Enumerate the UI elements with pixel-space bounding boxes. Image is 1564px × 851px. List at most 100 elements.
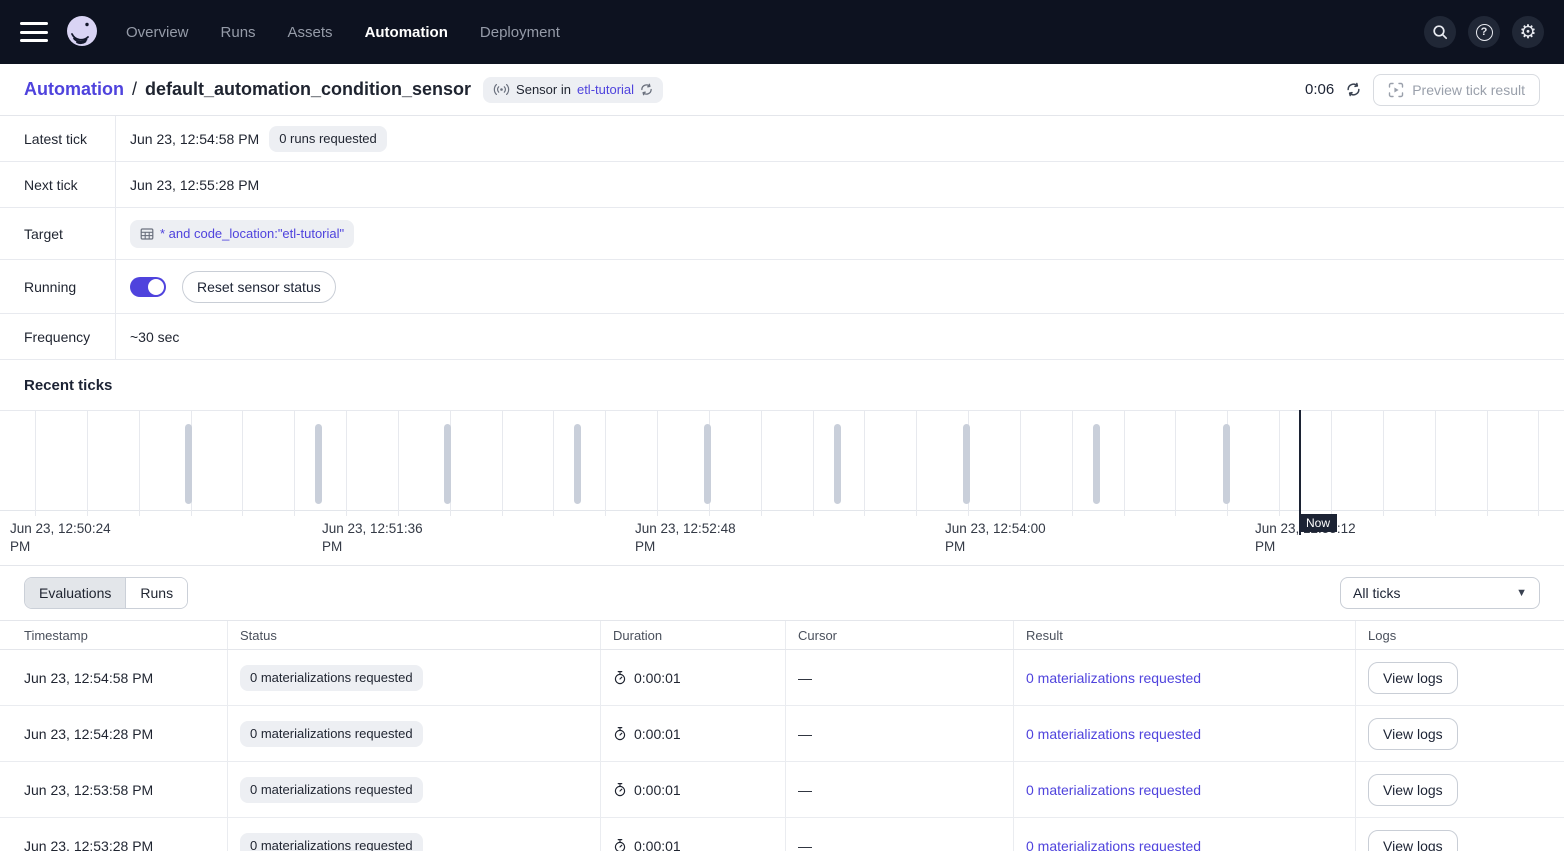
settings-button[interactable]: ⚙ (1512, 16, 1544, 48)
gridline (553, 411, 554, 516)
gridline (1487, 411, 1488, 516)
view-logs-button[interactable]: View logs (1368, 774, 1458, 806)
next-tick-label: Next tick (0, 162, 116, 207)
help-button[interactable]: ? (1468, 16, 1500, 48)
tick-bar[interactable] (834, 424, 841, 504)
gridline (1020, 411, 1021, 516)
tick-timestamp: Jun 23, 12:54:58 PM (24, 670, 153, 686)
preview-tick-result-label: Preview tick result (1412, 82, 1525, 98)
tick-result-link[interactable]: 0 materializations requested (1026, 838, 1201, 851)
gridline (35, 411, 36, 516)
gridline (294, 411, 295, 516)
view-logs-button[interactable]: View logs (1368, 718, 1458, 750)
tick-status-badge: 0 materializations requested (240, 777, 423, 803)
target-selection-badge[interactable]: * and code_location:"etl-tutorial" (130, 220, 354, 248)
menu-icon[interactable] (20, 22, 48, 42)
tick-duration: 0:00:01 (634, 782, 681, 798)
tab-runs[interactable]: Runs (126, 578, 187, 608)
tick-status-badge: 0 materializations requested (240, 833, 423, 851)
latest-tick-row: Latest tick Jun 23, 12:54:58 PM 0 runs r… (0, 116, 1564, 162)
gridline (398, 411, 399, 516)
running-toggle[interactable] (130, 277, 166, 297)
running-label: Running (0, 260, 116, 313)
evaluations-table-header: Timestamp Status Duration Cursor Result … (0, 620, 1564, 650)
tick-result-link[interactable]: 0 materializations requested (1026, 670, 1201, 686)
table-row: Jun 23, 12:54:58 PM 0 materializations r… (0, 650, 1564, 706)
sensor-location-badge: Sensor in etl-tutorial (483, 77, 663, 103)
table-row: Jun 23, 12:53:58 PM 0 materializations r… (0, 762, 1564, 818)
target-row: Target * and code_location:"etl-tutorial… (0, 208, 1564, 260)
search-button[interactable] (1424, 16, 1456, 48)
col-status: Status (228, 621, 601, 649)
tick-status-badge: 0 materializations requested (240, 721, 423, 747)
refresh-icon[interactable] (640, 83, 653, 96)
preview-tick-result-button[interactable]: Preview tick result (1373, 74, 1540, 106)
gridline (1175, 411, 1176, 516)
tick-duration: 0:00:01 (634, 726, 681, 742)
tick-bar[interactable] (444, 424, 451, 504)
nav-item-runs[interactable]: Runs (221, 24, 256, 41)
gridline (761, 411, 762, 516)
running-row: Running Reset sensor status (0, 260, 1564, 314)
frequency-label: Frequency (0, 314, 116, 359)
tick-cursor: — (798, 782, 812, 798)
frequency-value: ~30 sec (130, 329, 179, 345)
view-logs-button[interactable]: View logs (1368, 830, 1458, 851)
table-row: Jun 23, 12:54:28 PM 0 materializations r… (0, 706, 1564, 762)
view-logs-button[interactable]: View logs (1368, 662, 1458, 694)
gridline (605, 411, 606, 516)
breadcrumb-automation-link[interactable]: Automation (24, 79, 124, 100)
tick-filter-select[interactable]: All ticks ▼ (1340, 577, 1540, 609)
evaluations-table-body: Jun 23, 12:54:58 PM 0 materializations r… (0, 650, 1564, 851)
breadcrumb-row: Automation / default_automation_conditio… (0, 64, 1564, 116)
gridline (1383, 411, 1384, 516)
tick-result-link[interactable]: 0 materializations requested (1026, 782, 1201, 798)
evaluations-runs-segmented-control: Evaluations Runs (24, 577, 188, 609)
gridline (1072, 411, 1073, 516)
tick-bar[interactable] (1223, 424, 1230, 504)
axis-label: Jun 23, 12:52:48 PM (635, 520, 753, 556)
nav-item-overview[interactable]: Overview (126, 24, 189, 41)
recent-ticks-title: Recent ticks (0, 360, 1564, 410)
search-icon (1431, 23, 1449, 41)
next-tick-row: Next tick Jun 23, 12:55:28 PM (0, 162, 1564, 208)
dagster-logo[interactable] (64, 14, 100, 50)
gridline (864, 411, 865, 516)
gridline (1279, 411, 1280, 516)
tick-bar[interactable] (185, 424, 192, 504)
tick-filter-value: All ticks (1353, 585, 1400, 601)
next-tick-value: Jun 23, 12:55:28 PM (130, 177, 259, 193)
refresh-countdown: 0:06 (1305, 81, 1334, 98)
frequency-row: Frequency ~30 sec (0, 314, 1564, 360)
tick-bar[interactable] (963, 424, 970, 504)
nav-item-assets[interactable]: Assets (288, 24, 333, 41)
nav-item-automation[interactable]: Automation (365, 24, 448, 41)
col-duration: Duration (601, 621, 786, 649)
tick-bar[interactable] (315, 424, 322, 504)
code-location-link[interactable]: etl-tutorial (577, 82, 634, 97)
gridline (813, 411, 814, 516)
tick-timestamp: Jun 23, 12:53:28 PM (24, 838, 153, 851)
col-logs: Logs (1356, 621, 1564, 649)
col-result: Result (1014, 621, 1356, 649)
nav-item-deployment[interactable]: Deployment (480, 24, 560, 41)
gridline (657, 411, 658, 516)
breadcrumb-separator: / (132, 79, 137, 100)
refresh-button[interactable] (1344, 80, 1363, 99)
tick-bar[interactable] (704, 424, 711, 504)
asset-table-icon (140, 227, 154, 241)
tick-result-link[interactable]: 0 materializations requested (1026, 726, 1201, 742)
gridline (1124, 411, 1125, 516)
tick-bar[interactable] (1093, 424, 1100, 504)
tab-evaluations[interactable]: Evaluations (25, 578, 126, 608)
gear-icon: ⚙ (1519, 23, 1536, 42)
reset-sensor-status-button[interactable]: Reset sensor status (182, 271, 336, 303)
table-row: Jun 23, 12:53:28 PM 0 materializations r… (0, 818, 1564, 851)
gridline (139, 411, 140, 516)
axis-label: Jun 23, 12:51:36 PM (322, 520, 440, 556)
top-nav: Overview Runs Assets Automation Deployme… (0, 0, 1564, 64)
tick-bar[interactable] (574, 424, 581, 504)
latest-tick-label: Latest tick (0, 116, 116, 161)
target-selection-text: * and code_location:"etl-tutorial" (160, 226, 344, 241)
target-label: Target (0, 208, 116, 259)
